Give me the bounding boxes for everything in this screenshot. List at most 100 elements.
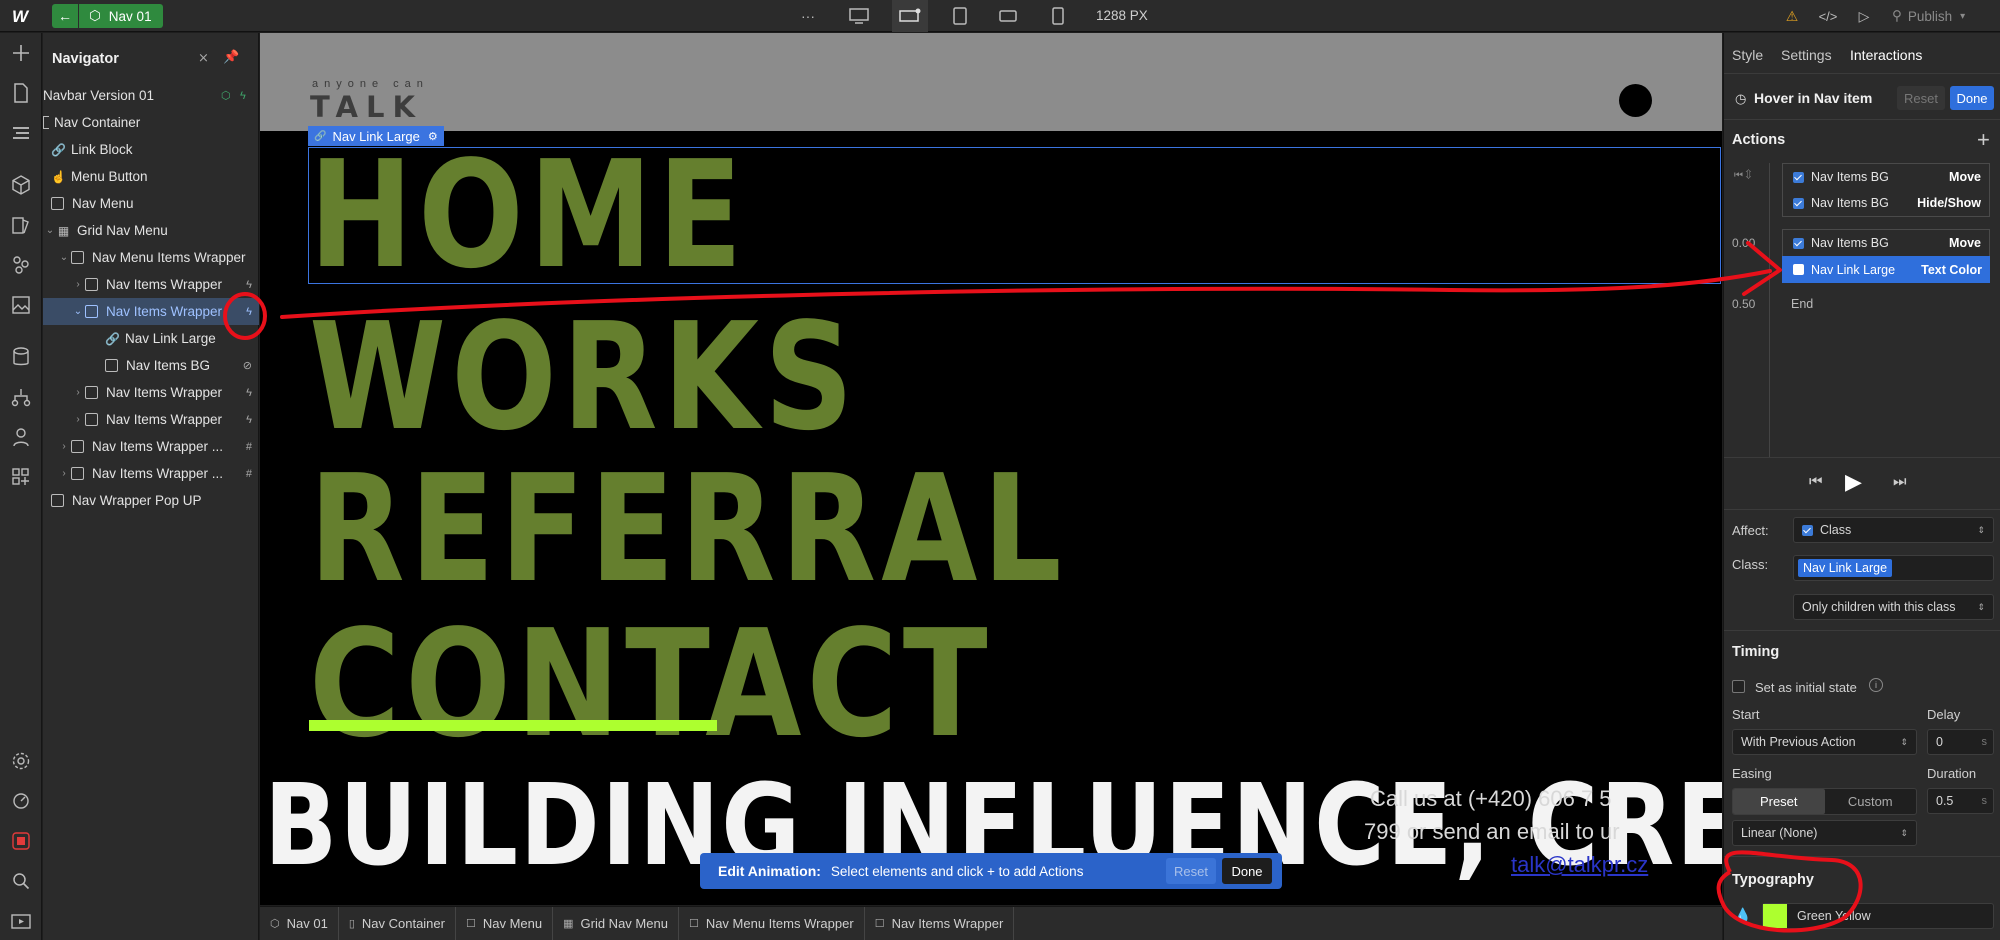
edit-reset-button[interactable]: Reset: [1166, 858, 1216, 884]
preset-tab[interactable]: Preset: [1733, 789, 1825, 814]
apps-icon[interactable]: [9, 465, 33, 489]
warning-icon[interactable]: ⚠: [1780, 4, 1804, 28]
action-row[interactable]: Nav Items BG Move: [1782, 163, 1990, 190]
add-icon[interactable]: [9, 41, 33, 65]
chevron-right-icon[interactable]: ›: [71, 387, 85, 398]
nav-tree-item[interactable]: › Nav Items Wrapper ... #: [43, 433, 259, 460]
initial-state-checkbox[interactable]: [1732, 680, 1745, 693]
pin-icon[interactable]: 📌: [223, 49, 239, 65]
nav-tree-item[interactable]: Nav Container: [43, 109, 259, 136]
breadcrumb-item[interactable]: ☐ Nav Menu: [456, 907, 554, 940]
nav-tree-item[interactable]: ⌄ Nav Menu Items Wrapper: [43, 244, 259, 271]
breadcrumb-item[interactable]: ▦ Grid Nav Menu: [553, 907, 679, 940]
nav-tree-item[interactable]: › Nav Items Wrapper ... #: [43, 460, 259, 487]
design-canvas[interactable]: anyone can TALK 🔗 Nav Link Large ⚙ HOME …: [260, 33, 1722, 905]
trigger-reset-button[interactable]: Reset: [1897, 86, 1945, 110]
cms-icon[interactable]: [9, 345, 33, 369]
nav-tree-item[interactable]: Navbar Version 01 ⬡ ϟ: [43, 82, 259, 109]
delay-input[interactable]: 0 s: [1927, 729, 1994, 755]
publish-button[interactable]: ⚲ Publish ▾: [1884, 4, 1988, 28]
action-row[interactable]: Nav Items BG Move: [1782, 229, 1990, 256]
mobile-landscape-view-icon[interactable]: [996, 4, 1020, 28]
skip-end-icon[interactable]: ⏭: [1893, 473, 1907, 490]
affect-select[interactable]: Class ⇕: [1793, 517, 1994, 543]
edit-done-button[interactable]: Done: [1222, 858, 1272, 884]
menu-link-home[interactable]: HOME: [309, 141, 748, 289]
info-icon[interactable]: i: [1869, 678, 1883, 692]
action-row-selected[interactable]: Nav Link Large Text Color: [1782, 256, 1990, 283]
nav-tree-item[interactable]: › Nav Items Wrapper ϟ: [43, 406, 259, 433]
easing-select[interactable]: Linear (None) ⇕: [1732, 820, 1917, 846]
record-icon[interactable]: [9, 829, 33, 853]
action-enabled-checkbox[interactable]: [1793, 171, 1804, 183]
components-icon[interactable]: [9, 173, 33, 197]
menu-button-circle[interactable]: [1619, 84, 1652, 117]
breadcrumb-item[interactable]: ▯ Nav Container: [339, 907, 456, 940]
search-icon[interactable]: [9, 869, 33, 893]
action-enabled-checkbox[interactable]: [1793, 264, 1804, 275]
chevron-down-icon[interactable]: ⌄: [43, 225, 57, 236]
chevron-right-icon[interactable]: ›: [57, 441, 71, 452]
webflow-logo-icon[interactable]: W: [12, 7, 34, 26]
skip-start-icon[interactable]: ⏮: [1809, 473, 1823, 490]
mobile-portrait-view-icon[interactable]: [1046, 4, 1070, 28]
navigator-icon[interactable]: [9, 121, 33, 145]
logic-icon[interactable]: [9, 385, 33, 409]
more-button[interactable]: ···: [796, 4, 820, 28]
breadcrumb-item[interactable]: ⬡ Nav 01: [260, 907, 339, 940]
code-icon[interactable]: </>: [1814, 4, 1842, 28]
duration-input[interactable]: 0.5 s: [1927, 788, 1994, 814]
page-selector[interactable]: ⬡ Nav 01: [79, 4, 163, 28]
pages-icon[interactable]: [9, 81, 33, 105]
back-button[interactable]: ←: [52, 4, 78, 28]
menu-link-contact[interactable]: CONTACT: [309, 610, 993, 758]
start-select[interactable]: With Previous Action ⇕: [1732, 729, 1917, 755]
chevron-right-icon[interactable]: ›: [71, 414, 85, 425]
nav-tree-item[interactable]: Nav Menu: [43, 190, 259, 217]
action-enabled-checkbox[interactable]: [1793, 197, 1804, 209]
nav-tree-item[interactable]: ☝ Menu Button: [43, 163, 259, 190]
custom-tab[interactable]: Custom: [1825, 789, 1917, 814]
class-tag[interactable]: Nav Link Large: [1798, 559, 1893, 577]
nav-tree-item[interactable]: ⌄ ▦ Grid Nav Menu: [43, 217, 259, 244]
chevron-right-icon[interactable]: ›: [71, 279, 85, 290]
nav-tree-item[interactable]: 🔗 Link Block: [43, 136, 259, 163]
variables-icon[interactable]: [9, 253, 33, 277]
tab-style[interactable]: Style: [1732, 47, 1763, 63]
chevron-down-icon[interactable]: ⌄: [71, 306, 85, 317]
chevron-right-icon[interactable]: ›: [57, 468, 71, 479]
video-tutorials-icon[interactable]: [9, 909, 33, 933]
tablet-view-icon[interactable]: [948, 4, 972, 28]
action-enabled-checkbox[interactable]: [1793, 237, 1804, 249]
text-color-field[interactable]: Green Yellow: [1762, 903, 1994, 929]
trigger-done-button[interactable]: Done: [1950, 86, 1994, 110]
nav-tree-item[interactable]: 🔗 Nav Link Large: [43, 325, 259, 352]
tab-interactions[interactable]: Interactions: [1850, 47, 1922, 63]
collapse-all-icon[interactable]: ⨯: [198, 50, 209, 66]
audit-icon[interactable]: [9, 789, 33, 813]
action-row[interactable]: Nav Items BG Hide/Show: [1782, 190, 1990, 217]
menu-link-referral[interactable]: REFERRAL: [309, 455, 1067, 603]
nav-tree-item[interactable]: Nav Wrapper Pop UP: [43, 487, 259, 514]
users-icon[interactable]: [9, 425, 33, 449]
contact-email-link[interactable]: talk@talkpr.cz: [1511, 852, 1648, 878]
timeline-collapse-icon[interactable]: ⏮ ⇕: [1734, 170, 1751, 181]
desktop-view-icon[interactable]: [846, 4, 872, 28]
class-input[interactable]: Nav Link Large: [1793, 555, 1994, 581]
nav-tree-item[interactable]: Nav Items BG ⊘: [43, 352, 259, 379]
preview-play-icon[interactable]: ▷: [1852, 4, 1876, 28]
tab-settings[interactable]: Settings: [1781, 47, 1832, 63]
chevron-down-icon[interactable]: ⌄: [57, 252, 71, 263]
nav-tree-item[interactable]: › Nav Items Wrapper ϟ: [43, 271, 259, 298]
add-action-icon[interactable]: +: [1977, 127, 1990, 153]
play-icon[interactable]: ▶: [1845, 469, 1862, 495]
nav-tree-item-selected[interactable]: ⌄ Nav Items Wrapper ϟ: [43, 298, 259, 325]
desktop-star-view-icon[interactable]: [892, 0, 928, 32]
scope-select[interactable]: Only children with this class ⇕: [1793, 594, 1994, 620]
style-manager-icon[interactable]: [9, 213, 33, 237]
breadcrumb-item[interactable]: ☐ Nav Menu Items Wrapper: [679, 907, 865, 940]
settings-gear-icon[interactable]: [9, 749, 33, 773]
color-drop-icon[interactable]: 💧: [1732, 904, 1754, 926]
assets-icon[interactable]: [9, 293, 33, 317]
nav-tree-item[interactable]: › Nav Items Wrapper ϟ: [43, 379, 259, 406]
